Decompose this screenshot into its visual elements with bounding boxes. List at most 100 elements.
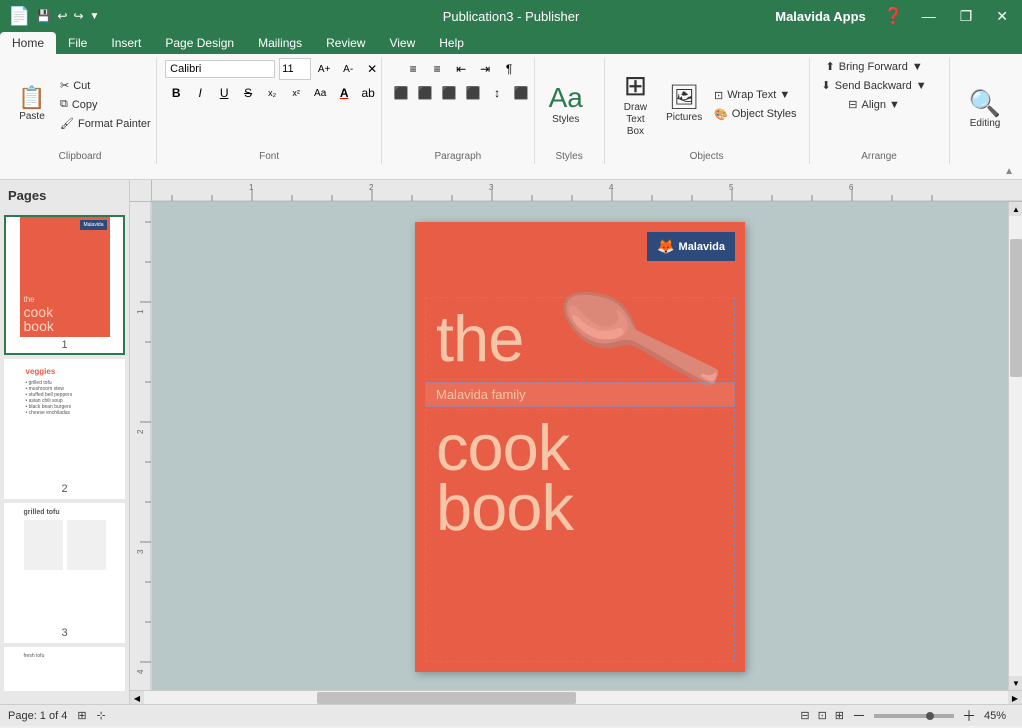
font-size-controls: A+ A- ✕ xyxy=(279,58,383,80)
qat-more[interactable]: ▼ xyxy=(90,11,100,22)
tab-view[interactable]: View xyxy=(377,32,427,54)
tab-file[interactable]: File xyxy=(56,32,99,54)
wrap-text-button[interactable]: ⊡ Wrap Text ▼ xyxy=(710,87,801,104)
copy-icon: ⧉ xyxy=(60,98,68,111)
tab-mailings[interactable]: Mailings xyxy=(246,32,314,54)
zoom-in-btn[interactable]: ＋ xyxy=(962,706,976,726)
canvas-ruler-row: 1 2 3 4 xyxy=(130,202,1022,690)
close-btn[interactable]: ✕ xyxy=(990,8,1014,25)
zoom-slider[interactable] xyxy=(874,714,954,718)
cut-button[interactable]: ✂ Cut xyxy=(56,77,155,94)
tab-review[interactable]: Review xyxy=(314,32,377,54)
styles-label-group: Styles xyxy=(543,151,596,164)
scroll-thumb-v[interactable] xyxy=(1010,239,1022,377)
cookbook-cover: 🥄 🦊 Malavida the xyxy=(415,222,745,672)
align-button[interactable]: ⊟ Align ▼ xyxy=(844,96,904,113)
draw-text-box-button[interactable]: ⊞ DrawText Box xyxy=(613,68,659,142)
vertical-align-btn[interactable]: ⬛ xyxy=(510,82,532,104)
main-text-box[interactable]: cook book xyxy=(425,409,735,662)
svg-text:3: 3 xyxy=(136,549,145,554)
canvas-inner: 🥄 🦊 Malavida the xyxy=(152,202,1008,690)
arrange-group: ⬆ Bring Forward ▼ ⬇ Send Backward ▼ ⊟ Al… xyxy=(810,58,950,164)
canvas-container[interactable]: 🥄 🦊 Malavida the xyxy=(152,202,1008,690)
layout-icon[interactable]: ⊞ xyxy=(77,709,86,722)
qat-redo[interactable]: ↪ xyxy=(73,9,83,23)
strikethrough-button[interactable]: S xyxy=(237,82,259,104)
tab-page-design[interactable]: Page Design xyxy=(153,32,246,54)
styles-button[interactable]: Aa Styles xyxy=(543,80,589,130)
bring-forward-button[interactable]: ⬆ Bring Forward ▼ xyxy=(822,58,927,75)
objects-small: ⊡ Wrap Text ▼ 🎨 Object Styles xyxy=(710,87,801,123)
clear-format-btn[interactable]: ✕ xyxy=(361,58,383,80)
tab-insert[interactable]: Insert xyxy=(99,32,153,54)
paste-button[interactable]: 📋 Paste xyxy=(12,83,52,127)
scrollbar-horizontal[interactable]: ◀ ▶ xyxy=(130,690,1022,704)
editing-button[interactable]: 🔍 Editing xyxy=(958,86,1013,134)
tab-home[interactable]: Home xyxy=(0,32,56,54)
page-thumb-4[interactable]: fresh tofu xyxy=(4,647,125,691)
align-left-btn[interactable]: ⬛ xyxy=(390,82,412,104)
indent-dec-btn[interactable]: ⇤ xyxy=(450,58,472,80)
font-grow-btn[interactable]: A+ xyxy=(313,58,335,80)
font-name-input[interactable] xyxy=(165,60,275,78)
superscript-button[interactable]: x² xyxy=(285,82,307,104)
line-spacing-btn[interactable]: ↕ xyxy=(486,82,508,104)
picture-button[interactable]: 🖼 Pictures xyxy=(662,82,706,128)
text-highlight-btn[interactable]: ab xyxy=(357,82,379,104)
qat-save[interactable]: 💾 xyxy=(36,9,51,23)
editing-label: Editing xyxy=(970,118,1001,130)
zoom-out-btn[interactable]: － xyxy=(852,706,866,726)
font-size-input[interactable] xyxy=(279,58,311,80)
view-btn-3[interactable]: ⊞ xyxy=(835,709,844,722)
bold-button[interactable]: B xyxy=(165,82,187,104)
font-content: A+ A- ✕ B I U S x₂ x² Aa A ab xyxy=(165,58,383,151)
align-center-btn[interactable]: ⬛ xyxy=(414,82,436,104)
qat-undo[interactable]: ↩ xyxy=(57,9,67,23)
maximize-btn[interactable]: ❐ xyxy=(954,8,979,25)
italic-button[interactable]: I xyxy=(189,82,211,104)
object-styles-label: Object Styles xyxy=(732,108,797,120)
bullets-btn[interactable]: ≡ xyxy=(402,58,424,80)
case-button[interactable]: Aa xyxy=(309,82,331,104)
page-thumb-inner-3: grilled tofu xyxy=(20,505,110,625)
page-info: Page: 1 of 4 xyxy=(8,710,67,722)
format-painter-button[interactable]: 🖌 Format Painter xyxy=(56,115,155,132)
scroll-left-btn[interactable]: ◀ xyxy=(130,691,144,704)
pages-title: Pages xyxy=(4,184,125,211)
align-right-btn[interactable]: ⬛ xyxy=(438,82,460,104)
zoom-percent[interactable]: 45% xyxy=(984,710,1014,722)
show-hide-btn[interactable]: ¶ xyxy=(498,58,520,80)
arrange-content: ⬆ Bring Forward ▼ ⬇ Send Backward ▼ ⊟ Al… xyxy=(818,58,931,151)
scrollbar-vertical[interactable]: ▲ ▼ xyxy=(1008,202,1022,690)
numbering-btn[interactable]: ≡ xyxy=(426,58,448,80)
underline-button[interactable]: U xyxy=(213,82,235,104)
font-color-btn[interactable]: A xyxy=(333,82,355,104)
page-thumb-3[interactable]: grilled tofu 3 xyxy=(4,503,125,643)
scroll-track-h xyxy=(144,691,1008,704)
paragraph-label: Paragraph xyxy=(390,151,525,164)
justify-btn[interactable]: ⬛ xyxy=(462,82,484,104)
indent-inc-btn[interactable]: ⇥ xyxy=(474,58,496,80)
copy-button[interactable]: ⧉ Copy xyxy=(56,96,155,113)
scroll-up-btn[interactable]: ▲ xyxy=(1009,202,1022,216)
help-icon[interactable]: ❓ xyxy=(884,6,904,26)
object-styles-btn[interactable]: 🎨 Object Styles xyxy=(710,106,801,123)
scroll-right-btn[interactable]: ▶ xyxy=(1008,691,1022,704)
scroll-thumb-h[interactable] xyxy=(317,692,576,704)
page-thumb-1[interactable]: Malavida the cook book 1 xyxy=(4,215,125,355)
editing-group-label xyxy=(958,162,1010,164)
ruler-vertical: 1 2 3 4 xyxy=(130,202,152,690)
view-btn-2[interactable]: ⊡ xyxy=(818,709,827,722)
tab-help[interactable]: Help xyxy=(427,32,476,54)
ribbon-collapse-btn[interactable]: ▲ xyxy=(1004,166,1014,177)
bring-forward-icon: ⬆ xyxy=(826,60,835,73)
view-btn-1[interactable]: ⊟ xyxy=(800,709,809,722)
send-backward-button[interactable]: ⬇ Send Backward ▼ xyxy=(818,77,931,94)
clipboard-label: Clipboard xyxy=(12,151,148,164)
font-shrink-btn[interactable]: A- xyxy=(337,58,359,80)
minimize-btn[interactable]: — xyxy=(916,8,942,24)
subscript-button[interactable]: x₂ xyxy=(261,82,283,104)
arrange-row2: ⬇ Send Backward ▼ xyxy=(818,77,931,94)
scroll-dn-btn[interactable]: ▼ xyxy=(1009,676,1022,690)
page-thumb-2[interactable]: veggies • grilled tofu • mushroom stew •… xyxy=(4,359,125,499)
